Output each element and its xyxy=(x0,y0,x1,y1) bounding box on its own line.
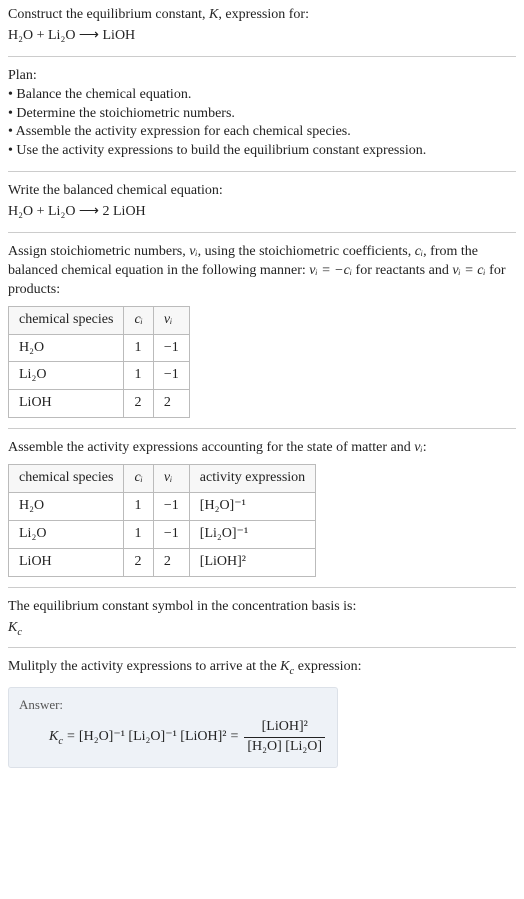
cell-species: LiOH xyxy=(9,548,124,576)
table-header-row: chemical species cᵢ νᵢ xyxy=(9,306,190,334)
stoich-text-pre: Assign stoichiometric numbers, xyxy=(8,244,189,259)
activity-heading-pre: Assemble the activity expressions accoun… xyxy=(8,440,414,455)
activity-heading-post: : xyxy=(423,440,427,455)
cell-nu: −1 xyxy=(153,334,189,362)
equals-2: = xyxy=(230,728,238,747)
cell-species: LiOH xyxy=(9,390,124,418)
cell-nu: −1 xyxy=(153,520,189,548)
cell-species: H₂O xyxy=(9,493,124,521)
col-ci: cᵢ xyxy=(124,465,153,493)
stoich-text-mid1: , using the stoichiometric coefficients, xyxy=(198,244,415,259)
stoich-rule-prod: νᵢ = cᵢ xyxy=(452,263,485,278)
multiply-text-pre: Mulitply the activity expressions to arr… xyxy=(8,659,280,674)
intro-text-post: , expression for: xyxy=(218,7,309,22)
divider xyxy=(8,171,516,172)
answer-product: [H₂O]⁻¹ [Li₂O]⁻¹ [LiOH]² xyxy=(79,728,227,747)
intro-equation: H₂O + Li₂O ⟶ LiOH xyxy=(8,27,516,46)
divider xyxy=(8,56,516,57)
balanced-block: Write the balanced chemical equation: H₂… xyxy=(8,182,516,222)
plan-block: Plan: • Balance the chemical equation. •… xyxy=(8,67,516,161)
table-row: Li₂O 1 −1 xyxy=(9,362,190,390)
cell-activity: [LiOH]² xyxy=(189,548,315,576)
table-row: Li₂O 1 −1 [Li₂O]⁻¹ xyxy=(9,520,316,548)
cell-ci: 1 xyxy=(124,493,153,521)
cell-species: Li₂O xyxy=(9,520,124,548)
stoich-table: chemical species cᵢ νᵢ H₂O 1 −1 Li₂O 1 −… xyxy=(8,306,190,419)
answer-box: Answer: Kc = [H₂O]⁻¹ [Li₂O]⁻¹ [LiOH]² = … xyxy=(8,687,338,767)
divider xyxy=(8,428,516,429)
cell-nu: 2 xyxy=(153,548,189,576)
intro-k: K xyxy=(209,7,218,22)
answer-label: Answer: xyxy=(19,696,327,714)
col-species: chemical species xyxy=(9,465,124,493)
balanced-equation: H₂O + Li₂O ⟶ 2 LiOH xyxy=(8,203,516,222)
answer-numerator: [LiOH]² xyxy=(244,718,325,738)
col-nu: νᵢ xyxy=(153,306,189,334)
cell-nu: −1 xyxy=(153,362,189,390)
table-row: LiOH 2 2 xyxy=(9,390,190,418)
intro-block: Construct the equilibrium constant, K, e… xyxy=(8,6,516,46)
symbol-block: The equilibrium constant symbol in the c… xyxy=(8,598,516,638)
cell-ci: 2 xyxy=(124,390,153,418)
divider xyxy=(8,587,516,588)
plan-heading: Plan: xyxy=(8,67,516,86)
answer-equation: Kc = [H₂O]⁻¹ [Li₂O]⁻¹ [LiOH]² = [LiOH]² … xyxy=(19,718,327,757)
cell-activity: [Li₂O]⁻¹ xyxy=(189,520,315,548)
divider xyxy=(8,647,516,648)
table-row: H₂O 1 −1 xyxy=(9,334,190,362)
col-nu: νᵢ xyxy=(153,465,189,493)
cell-activity: [H₂O]⁻¹ xyxy=(189,493,315,521)
equals-1: = xyxy=(67,728,75,747)
table-row: H₂O 1 −1 [H₂O]⁻¹ xyxy=(9,493,316,521)
col-species: chemical species xyxy=(9,306,124,334)
symbol-kc: Kc xyxy=(8,619,516,638)
plan-bullet-3: • Assemble the activity expression for e… xyxy=(8,123,516,142)
cell-ci: 1 xyxy=(124,334,153,362)
multiply-block: Mulitply the activity expressions to arr… xyxy=(8,658,516,677)
plan-bullet-1: • Balance the chemical equation. xyxy=(8,86,516,105)
cell-nu: −1 xyxy=(153,493,189,521)
col-ci: cᵢ xyxy=(124,306,153,334)
cell-species: Li₂O xyxy=(9,362,124,390)
divider xyxy=(8,232,516,233)
stoich-rule-react: νᵢ = −cᵢ xyxy=(309,263,352,278)
col-activity: activity expression xyxy=(189,465,315,493)
cell-species: H₂O xyxy=(9,334,124,362)
activity-heading: Assemble the activity expressions accoun… xyxy=(8,439,516,458)
symbol-text: The equilibrium constant symbol in the c… xyxy=(8,598,516,617)
intro-text-pre: Construct the equilibrium constant, xyxy=(8,7,209,22)
stoich-nu: νᵢ xyxy=(189,244,197,259)
activity-heading-nu: νᵢ xyxy=(414,440,422,455)
cell-ci: 1 xyxy=(124,520,153,548)
answer-denominator: [H₂O] [Li₂O] xyxy=(244,738,325,757)
cell-ci: 2 xyxy=(124,548,153,576)
stoich-ci: cᵢ xyxy=(415,244,423,259)
activity-table: chemical species cᵢ νᵢ activity expressi… xyxy=(8,464,316,577)
multiply-text-post: expression: xyxy=(294,659,361,674)
plan-bullet-2: • Determine the stoichiometric numbers. xyxy=(8,105,516,124)
balanced-heading: Write the balanced chemical equation: xyxy=(8,182,516,201)
multiply-kc: Kc xyxy=(280,659,294,674)
activity-block: Assemble the activity expressions accoun… xyxy=(8,439,516,576)
table-header-row: chemical species cᵢ νᵢ activity expressi… xyxy=(9,465,316,493)
stoich-text-mid3: for reactants and xyxy=(352,263,452,278)
stoich-text: Assign stoichiometric numbers, νᵢ, using… xyxy=(8,243,516,300)
plan-bullet-4: • Use the activity expressions to build … xyxy=(8,142,516,161)
answer-fraction: [LiOH]² [H₂O] [Li₂O] xyxy=(244,718,325,757)
answer-lhs: Kc xyxy=(49,728,63,747)
cell-nu: 2 xyxy=(153,390,189,418)
table-row: LiOH 2 2 [LiOH]² xyxy=(9,548,316,576)
stoich-block: Assign stoichiometric numbers, νᵢ, using… xyxy=(8,243,516,418)
cell-ci: 1 xyxy=(124,362,153,390)
